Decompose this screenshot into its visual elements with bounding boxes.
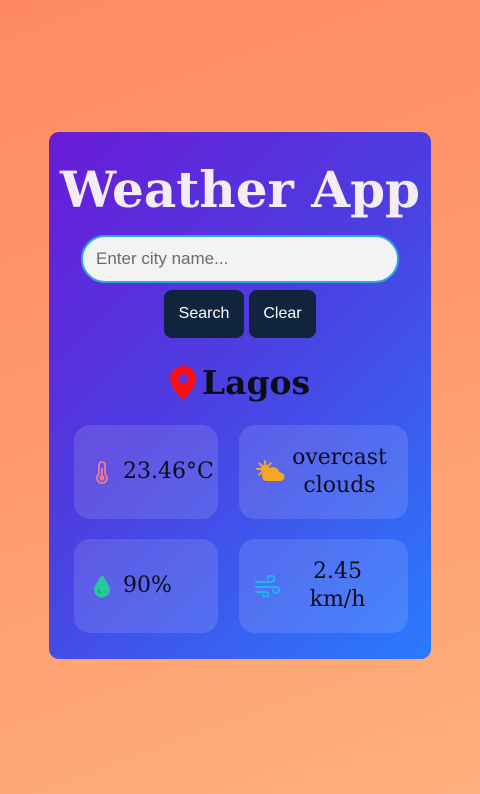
wind-value: 2.45 km/h — [309, 559, 366, 612]
sun-cloud-icon — [255, 460, 285, 484]
thermometer-icon — [90, 460, 114, 484]
map-pin-icon — [169, 365, 196, 400]
city-name: Lagos — [201, 363, 311, 402]
wind-tile: 2.45 km/h — [239, 539, 408, 633]
wind-icon — [255, 574, 281, 598]
humidity-tile: 90% — [74, 539, 218, 633]
clear-button[interactable]: Clear — [249, 290, 316, 338]
location-heading: Lagos — [49, 363, 431, 402]
city-search-input[interactable] — [81, 235, 399, 283]
temperature-tile: 23.46°C — [74, 425, 218, 519]
condition-tile: overcast clouds — [239, 425, 408, 519]
search-button[interactable]: Search — [164, 290, 244, 338]
droplet-icon — [90, 574, 114, 598]
app-title: Weather App — [59, 160, 420, 219]
condition-value: overcast clouds — [292, 445, 387, 498]
weather-card: Weather App Search Clear Lagos 23.46°C — [49, 132, 431, 659]
humidity-value: 90% — [123, 573, 172, 598]
temperature-value: 23.46°C — [123, 459, 214, 484]
